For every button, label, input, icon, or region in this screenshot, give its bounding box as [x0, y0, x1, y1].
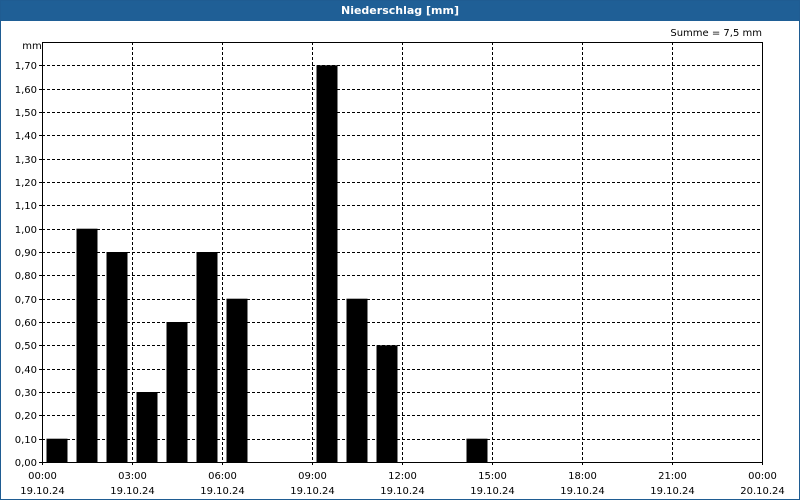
y-tick-label: 1,50 [15, 108, 37, 119]
x-tick-date: 19.10.24 [200, 486, 245, 497]
x-tick-date: 20.10.24 [740, 486, 785, 497]
y-tick-label: 1,60 [15, 85, 37, 96]
x-tick-time: 12:00 [388, 471, 417, 482]
bar-0900 [316, 65, 338, 463]
x-tick-date: 19.10.24 [380, 486, 425, 497]
y-tick-label: 0,00 [15, 458, 37, 469]
y-tick-label: 0,90 [15, 248, 37, 259]
bar-0500 [196, 252, 218, 462]
x-tick-time: 00:00 [28, 471, 57, 482]
x-tick-date: 19.10.24 [110, 486, 155, 497]
bar-1100 [376, 345, 398, 462]
x-tick-time: 18:00 [568, 471, 597, 482]
x-tick-time: 06:00 [208, 471, 237, 482]
y-tick-label: 1,40 [15, 131, 37, 142]
y-tick-labels: 0,00 0,10 0,20 0,30 0,40 0,50 0,60 0,70 0,80 0,90… [15, 61, 42, 469]
bar-0400 [166, 322, 188, 462]
y-tick-label: 1,70 [15, 61, 37, 72]
x-tick-date: 19.10.24 [560, 486, 605, 497]
y-tick-label: 0,50 [15, 341, 37, 352]
y-tick-label: 1,00 [15, 225, 37, 236]
y-tick-label: 0,30 [15, 388, 37, 399]
x-tick-time: 21:00 [658, 471, 687, 482]
x-tick-date: 19.10.24 [290, 486, 335, 497]
y-tick-label: 0,20 [15, 411, 37, 422]
y-tick-label: 0,70 [15, 295, 37, 306]
x-tick-labels: 00:00 19.10.24 03:00 19.10.24 06:00 19.10.24 0… [20, 462, 785, 497]
y-tick-label: 1,30 [15, 155, 37, 166]
bar-1400 [466, 438, 488, 462]
x-tick-date: 19.10.24 [470, 486, 515, 497]
bar-0000 [46, 438, 68, 462]
bar-0200 [106, 252, 128, 462]
sum-annotation: Summe = 7,5 mm [670, 28, 762, 39]
bars [46, 65, 488, 463]
x-tick-time: 00:00 [748, 471, 777, 482]
bar-0300 [136, 392, 158, 462]
y-tick-label: 1,20 [15, 178, 37, 189]
y-tick-label: 0,40 [15, 365, 37, 376]
x-tick-time: 09:00 [298, 471, 327, 482]
x-tick-date: 19.10.24 [20, 486, 65, 497]
x-tick-time: 03:00 [118, 471, 147, 482]
x-tick-time: 15:00 [478, 471, 507, 482]
bar-0100 [76, 228, 98, 462]
y-tick-label: 0,10 [15, 435, 37, 446]
y-axis-label: mm [22, 41, 41, 52]
precipitation-chart: mm Summe = 7,5 mm 0,000,100,200,300,400,… [15, 28, 785, 497]
y-tick-label: 0,80 [15, 271, 37, 282]
bar-0600 [226, 298, 248, 462]
bar-1000 [346, 298, 368, 462]
y-tick-label: 0,60 [15, 318, 37, 329]
x-tick-date: 19.10.24 [650, 486, 695, 497]
y-tick-label: 1,10 [15, 201, 37, 212]
